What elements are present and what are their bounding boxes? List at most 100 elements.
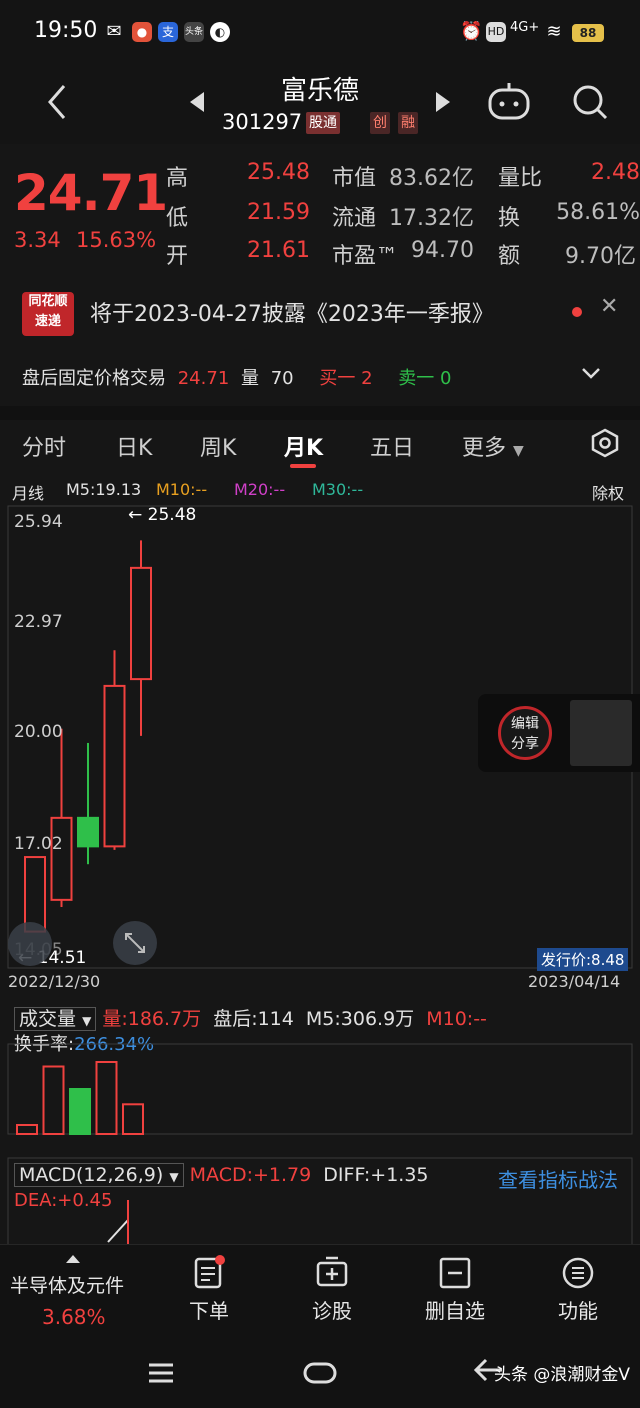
macd-indicator-select[interactable]: MACD(12,26,9) ▼ (14, 1163, 184, 1187)
remove-watchlist-button[interactable]: 删自选 (400, 1255, 510, 1324)
wechat-icon: ✉ (106, 21, 122, 42)
recent-apps-icon[interactable] (146, 1358, 176, 1388)
announcement-text[interactable]: 将于2023-04-27披露《2023年一季报》 (90, 296, 494, 328)
share-widget[interactable]: 编辑 分享 (478, 694, 640, 772)
ths-express-logo: 同花顺 速递 (22, 292, 74, 336)
diagnose-button[interactable]: 诊股 (277, 1255, 387, 1324)
order-icon (194, 1255, 225, 1289)
value-float-cap: 17.32亿 (389, 206, 474, 231)
stock-name: 富乐德 (280, 76, 359, 106)
volume-bar (42, 1065, 65, 1135)
volume-legend: 成交量 ▼ 量:186.7万 盘后:114 M5:306.9万 M10:-- (14, 1004, 487, 1031)
label-low: 低 (166, 206, 189, 231)
home-icon[interactable] (302, 1358, 338, 1388)
period-label: 月线 (12, 484, 45, 503)
last-price: 24.71 (14, 164, 168, 222)
menu-circle-icon (562, 1257, 594, 1289)
value-pe: 94.70 (411, 238, 474, 263)
stock-code: 301297 (222, 110, 303, 134)
edit-share-button[interactable]: 编辑 分享 (498, 706, 552, 760)
label-open: 开 (166, 244, 189, 269)
ma-legend: 月线 M5:19.13 M10:-- M20:-- M30:-- 除权 (0, 472, 640, 506)
bottom-toolbar: 半导体及元件 3.68% 下单 诊股 删自选 功能 (0, 1244, 640, 1344)
active-tab-indicator (290, 464, 316, 468)
label-volume-ratio: 量比 (498, 166, 543, 191)
after-hours-label: 盘后固定价格交易 (22, 368, 166, 389)
tab-intraday[interactable]: 分时 (22, 430, 66, 462)
volume-indicator-select[interactable]: 成交量 ▼ (14, 1007, 97, 1031)
x-end-date: 2023/04/14 (528, 972, 621, 991)
volume-bar (95, 1061, 118, 1135)
period-tabs: 分时 日K 周K 月K 五日 更多 ▼ (0, 420, 640, 470)
value-volume-ratio: 2.48 (591, 160, 640, 185)
settings-hexagon-icon[interactable] (590, 428, 620, 458)
chevron-down-icon[interactable] (580, 362, 602, 384)
macd-legend: MACD(12,26,9) ▼ MACD:+1.79 DIFF:+1.35 (14, 1163, 429, 1187)
volume-value: 量:186.7万 (102, 1008, 202, 1030)
x-start-date: 2022/12/30 (8, 972, 101, 991)
stock-header: 富乐德 301297 股通 创 融 (0, 64, 640, 144)
battery-icon: 88 (572, 24, 604, 42)
sector-name[interactable]: 半导体及元件 (10, 1271, 124, 1298)
tab-five-day[interactable]: 五日 (370, 430, 414, 462)
fullscreen-icon[interactable] (112, 920, 158, 966)
app-icon: ● (132, 22, 152, 42)
ma30-value: M30:-- (312, 480, 364, 499)
dropdown-icon: ▼ (513, 443, 524, 459)
tab-monthly-k[interactable]: 月K (284, 430, 323, 462)
tab-weekly-k[interactable]: 周K (200, 430, 236, 462)
label-high: 高 (166, 166, 189, 191)
sector-change: 3.68% (42, 1305, 106, 1329)
cursor-toggle-icon[interactable] (8, 922, 52, 966)
robot-assistant-icon[interactable] (486, 80, 532, 124)
status-bar: 19:50 ✉ ● 支 头条 ◐ ⏰ HD 4G+ ≋ 88 (0, 0, 640, 64)
diff-value: DIFF:+1.35 (323, 1164, 429, 1186)
order-button[interactable]: 下单 (154, 1255, 264, 1324)
search-icon[interactable] (570, 80, 610, 124)
y-tick: 17.02 (14, 834, 63, 854)
compass-icon: ◐ (210, 22, 230, 42)
issue-price-badge: 发行价:8.48 (537, 948, 629, 971)
value-market-cap: 83.62亿 (389, 166, 474, 191)
alarm-icon: ⏰ (460, 21, 483, 42)
indicator-strategy-link[interactable]: 查看指标战法 (498, 1164, 618, 1193)
volume-bars (7, 1043, 633, 1136)
after-hours-buy1: 买一 2 (319, 368, 373, 389)
tab-more[interactable]: 更多 ▼ (462, 430, 524, 462)
value-high: 25.48 (247, 160, 310, 185)
adjust-toggle[interactable]: 除权 (592, 480, 624, 504)
y-tick: 20.00 (14, 722, 63, 742)
label-amount: 额 (498, 244, 521, 269)
next-stock-icon[interactable] (436, 92, 450, 112)
value-low: 21.59 (247, 200, 310, 225)
after-hours-vol-label: 量 (241, 368, 259, 389)
volume-bar (122, 1103, 144, 1136)
after-hours-sell1: 卖一 0 (398, 368, 452, 389)
network-indicator: 4G+ (510, 20, 540, 35)
candle-body (24, 856, 46, 933)
tag-rong: 融 (398, 112, 418, 134)
price-change-pct: 15.63% (76, 228, 157, 252)
system-nav-bar: 头条 @浪潮财金V (0, 1344, 640, 1408)
toutiao-icon: 头条 (184, 22, 204, 42)
close-icon[interactable]: ✕ (600, 294, 618, 319)
hd-icon: HD (486, 22, 506, 42)
volume-m5: M5:306.9万 (305, 1008, 415, 1030)
volume-bar (16, 1124, 38, 1135)
candle-body (103, 684, 126, 848)
value-amount: 9.70亿 (565, 244, 636, 269)
announcement-bar[interactable]: 同花顺 速递 将于2023-04-27披露《2023年一季报》 ✕ (0, 280, 640, 346)
functions-button[interactable]: 功能 (523, 1255, 633, 1324)
after-hours-vol: 70 (270, 368, 294, 389)
prev-stock-icon[interactable] (190, 92, 204, 112)
label-float-cap: 流通 (332, 206, 377, 231)
label-market-cap: 市值 (332, 166, 377, 191)
high-marker: ← 25.48 (128, 505, 197, 525)
value-open: 21.61 (247, 238, 310, 263)
screenshot-thumbnail[interactable] (570, 700, 632, 766)
tab-daily-k[interactable]: 日K (116, 430, 152, 462)
after-hours-volume: 盘后:114 (213, 1008, 294, 1030)
tag-gutong: 股通 (306, 112, 340, 134)
wifi-icon: ≋ (546, 21, 562, 42)
candle-body (50, 816, 73, 901)
